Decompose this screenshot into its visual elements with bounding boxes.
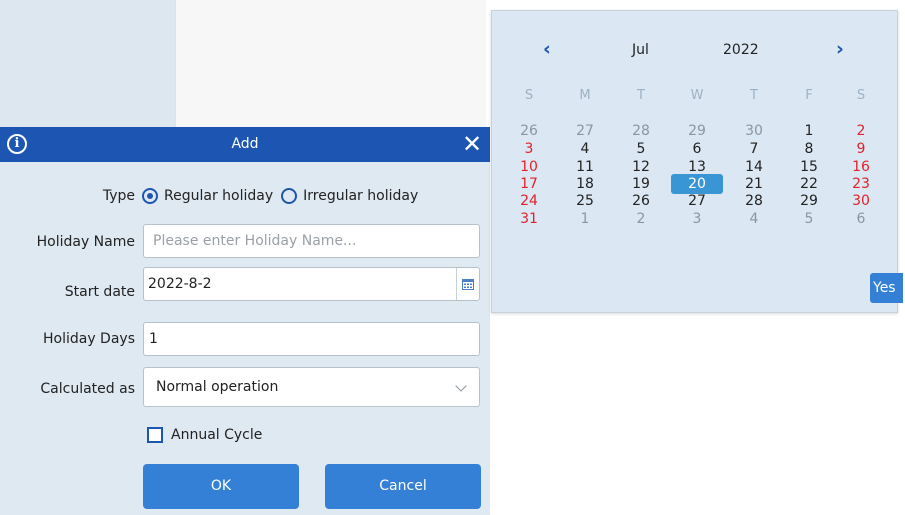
add-holiday-dialog: i Add ✕ Type Regular holiday Irregular h…	[0, 127, 490, 515]
calendar-day-other-month[interactable]: 2	[626, 210, 656, 228]
weekday-header: M	[579, 88, 591, 103]
weekday-header: T	[750, 88, 758, 103]
calendar-day[interactable]: 30	[846, 192, 876, 210]
weekday-header: S	[524, 88, 534, 103]
regular-holiday-label[interactable]: Regular holiday	[164, 188, 273, 204]
calendar-day[interactable]: 24	[514, 192, 544, 210]
calendar-day[interactable]: 11	[570, 158, 600, 176]
datepicker-popup: ‹ Jul 2022 › SMTWTFS 26 27 28 29 30 1 2 3 4 5 6 7 8 9…	[491, 10, 903, 313]
calendar-day[interactable]: 5	[626, 140, 656, 158]
holiday-days-label: Holiday Days	[42, 331, 135, 347]
annual-cycle-row: Annual Cycle	[147, 427, 262, 443]
regular-holiday-radio[interactable]	[142, 188, 158, 204]
calendar-day[interactable]: 17	[514, 175, 544, 193]
start-date-label: Start date	[64, 284, 135, 300]
calendar-day[interactable]: 10	[514, 158, 544, 176]
year-label[interactable]: 2022	[723, 42, 759, 58]
cancel-button[interactable]: Cancel	[325, 464, 481, 509]
calendar-day[interactable]: 28	[739, 192, 769, 210]
calculated-as-value: Normal operation	[156, 379, 279, 395]
annual-cycle-label[interactable]: Annual Cycle	[171, 427, 262, 443]
holiday-name-input[interactable]: Please enter Holiday Name...	[143, 224, 480, 258]
dialog-header: i Add ✕	[0, 127, 490, 162]
selected-day[interactable]: 20	[671, 174, 723, 194]
calendar-day-other-month[interactable]: 4	[739, 210, 769, 228]
calendar-day[interactable]: 22	[794, 175, 824, 193]
radio-selected-dot	[147, 193, 153, 199]
weekday-header: S	[856, 88, 866, 103]
type-radio-group: Regular holiday Irregular holiday	[142, 185, 426, 207]
calendar-day[interactable]: 4	[570, 140, 600, 158]
calendar-day[interactable]: 31	[514, 210, 544, 228]
calendar-day[interactable]: 14	[739, 158, 769, 176]
calendar-day[interactable]: 1	[794, 122, 824, 140]
calendar-day-other-month[interactable]: 27	[570, 122, 600, 140]
holiday-name-placeholder: Please enter Holiday Name...	[153, 233, 357, 249]
calendar-day[interactable]: 3	[514, 140, 544, 158]
dialog-title: Add	[231, 136, 259, 152]
calendar-day[interactable]: 6	[682, 140, 712, 158]
calendar-day-other-month[interactable]: 30	[739, 122, 769, 140]
calendar-day-other-month[interactable]: 3	[682, 210, 712, 228]
calendar-day[interactable]: 27	[682, 192, 712, 210]
calendar-day[interactable]: 12	[626, 158, 656, 176]
calendar-icon[interactable]	[456, 268, 479, 300]
background-panel-middle	[175, 0, 486, 127]
calendar-day-other-month[interactable]: 26	[514, 122, 544, 140]
weekday-header: T	[637, 88, 645, 103]
background-panel-left	[0, 0, 175, 127]
calendar-day[interactable]: 25	[570, 192, 600, 210]
close-icon[interactable]: ✕	[462, 129, 482, 159]
calculated-as-label: Calculated as	[40, 381, 135, 397]
start-date-value: 2022-8-2	[148, 276, 212, 292]
calendar-day[interactable]: 2	[846, 122, 876, 140]
calendar-day[interactable]: 8	[794, 140, 824, 158]
holiday-name-label: Holiday Name	[36, 234, 135, 250]
irregular-holiday-label[interactable]: Irregular holiday	[303, 188, 418, 204]
chevron-left-icon[interactable]: ‹	[543, 39, 551, 59]
calendar-day-other-month[interactable]: 28	[626, 122, 656, 140]
holiday-days-value: 1	[149, 331, 158, 347]
calendar-day[interactable]: 21	[739, 175, 769, 193]
calculated-as-select[interactable]: Normal operation	[143, 367, 480, 407]
calendar-day[interactable]: 15	[794, 158, 824, 176]
holiday-days-input[interactable]: 1	[143, 322, 480, 356]
yes-button[interactable]: Yes	[870, 273, 903, 303]
annual-cycle-checkbox[interactable]	[147, 427, 163, 443]
calendar-day[interactable]: 18	[570, 175, 600, 193]
start-date-input[interactable]: 2022-8-2	[143, 267, 480, 301]
calendar-day[interactable]: 7	[739, 140, 769, 158]
weekday-header: F	[805, 88, 813, 103]
calendar-day[interactable]: 26	[626, 192, 656, 210]
calendar-day[interactable]: 9	[846, 140, 876, 158]
ok-button[interactable]: OK	[143, 464, 299, 509]
chevron-down-icon[interactable]	[455, 380, 467, 392]
weekday-header: W	[690, 88, 704, 103]
calendar-day[interactable]: 29	[794, 192, 824, 210]
calendar-day[interactable]: 23	[846, 175, 876, 193]
month-label[interactable]: Jul	[632, 42, 649, 58]
type-label: Type	[102, 188, 135, 204]
calendar-day-other-month[interactable]: 6	[846, 210, 876, 228]
calendar-day[interactable]: 19	[626, 175, 656, 193]
calendar-day-other-month[interactable]: 1	[570, 210, 600, 228]
irregular-holiday-radio[interactable]	[281, 188, 298, 204]
calendar-day-other-month[interactable]: 5	[794, 210, 824, 228]
calendar-day-other-month[interactable]: 29	[682, 122, 712, 140]
chevron-right-icon[interactable]: ›	[836, 39, 844, 59]
calendar-day[interactable]: 16	[846, 158, 876, 176]
